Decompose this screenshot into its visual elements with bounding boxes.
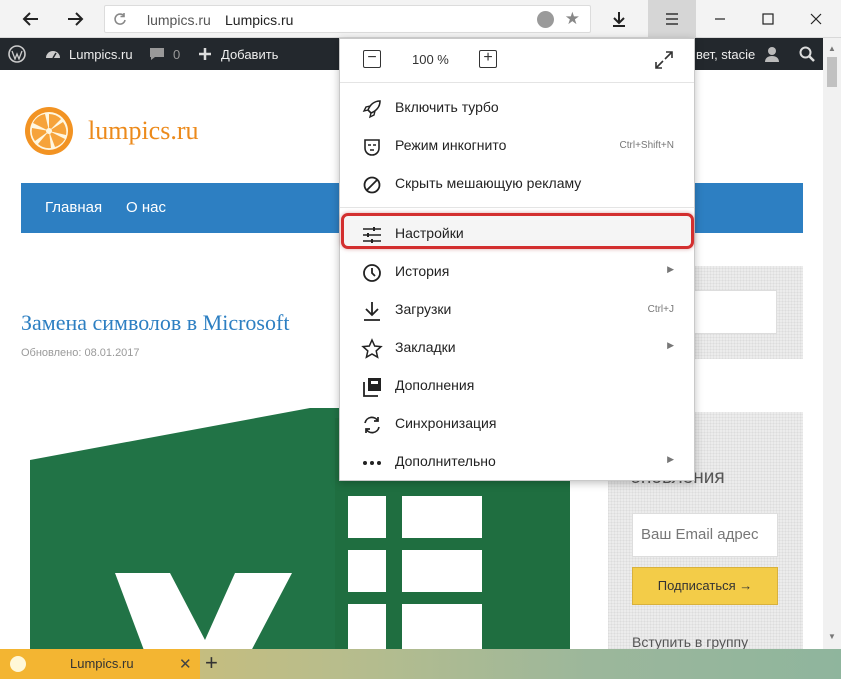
wp-site-link[interactable]: Lumpics.ru: [44, 38, 133, 70]
wp-account-link[interactable]: вет, stacie: [696, 38, 781, 70]
plus-icon: [199, 48, 211, 60]
minimize-button[interactable]: [700, 4, 740, 34]
dashboard-gauge-icon: [46, 51, 60, 59]
post-title[interactable]: Замена символов в Microsoft: [21, 310, 289, 336]
zoom-row: − 100 % +: [340, 39, 694, 83]
incognito-mask-icon: [364, 139, 380, 156]
settings-sliders-icon: [363, 227, 381, 243]
downloads-button[interactable]: [604, 4, 634, 34]
wp-add-label: Добавить: [221, 46, 279, 62]
menu-item-incognito[interactable]: Режим инкогнито Ctrl+Shift+N: [340, 127, 694, 165]
wp-add-new-link[interactable]: Добавить: [196, 38, 278, 70]
orange-slice-logo-icon[interactable]: [24, 106, 74, 156]
wp-search-button[interactable]: [798, 38, 816, 70]
menu-item-label: Режим инкогнито: [395, 137, 507, 153]
menu-item-settings[interactable]: Настройки: [340, 215, 694, 253]
download-icon: [613, 12, 625, 27]
post-updated-date: Обновлено: 08.01.2017: [21, 347, 140, 359]
reload-icon[interactable]: [113, 12, 127, 26]
minimize-icon: [715, 18, 725, 20]
menu-item-label: Загрузки: [395, 301, 452, 317]
wordpress-icon: [8, 45, 26, 63]
menu-item-shortcut: Ctrl+J: [647, 304, 674, 315]
back-button[interactable]: [14, 4, 48, 34]
menu-item-extensions[interactable]: Дополнения: [340, 367, 694, 405]
extensions-icon: [363, 378, 381, 397]
nav-item-about[interactable]: О нас: [126, 199, 166, 216]
protect-globe-icon[interactable]: [537, 11, 554, 28]
menu-button[interactable]: [648, 0, 696, 38]
submenu-arrow-icon: ▶: [667, 454, 674, 464]
address-bar[interactable]: lumpics.ru Lumpics.ru ★: [104, 5, 591, 33]
nav-item-home[interactable]: Главная: [45, 199, 102, 216]
wp-comments-link[interactable]: 0: [148, 38, 180, 70]
menu-item-bookmarks[interactable]: Закладки ▶: [340, 329, 694, 367]
bookmark-star-icon[interactable]: ★: [565, 10, 580, 28]
site-logo-text[interactable]: lumpics.ru: [88, 116, 199, 146]
rocket-icon: [362, 100, 381, 119]
tab-lumpics[interactable]: Lumpics.ru ✕: [0, 649, 200, 679]
tab-bar: Lumpics.ru ✕ +: [0, 649, 841, 679]
close-icon: [810, 13, 822, 25]
menu-item-shortcut: Ctrl+Shift+N: [619, 140, 674, 151]
comment-bubble-icon: [150, 48, 164, 60]
scroll-up-arrow-icon[interactable]: ▲: [828, 44, 836, 53]
menu-item-label: Включить турбо: [395, 99, 499, 115]
zoom-in-button[interactable]: +: [479, 50, 497, 68]
menu-item-label: Скрыть мешающую рекламу: [395, 175, 582, 191]
menu-item-label: Настройки: [395, 225, 464, 241]
address-host: lumpics.ru: [147, 12, 211, 28]
wp-comments-count: 0: [173, 46, 181, 62]
new-tab-button[interactable]: +: [205, 652, 218, 674]
arrow-right-icon: [68, 12, 84, 26]
menu-item-label: Синхронизация: [395, 415, 497, 431]
maximize-icon: [762, 13, 774, 25]
menu-item-more[interactable]: Дополнительно ▶: [340, 443, 694, 481]
tab-favicon-icon: [10, 656, 26, 672]
submenu-arrow-icon: ▶: [667, 264, 674, 274]
clock-icon: [363, 264, 381, 282]
menu-item-label: Дополнительно: [395, 453, 496, 469]
address-page-title: Lumpics.ru: [225, 12, 294, 28]
arrow-left-icon: [22, 12, 38, 26]
zoom-level: 100 %: [412, 52, 449, 67]
menu-item-downloads[interactable]: Загрузки Ctrl+J: [340, 291, 694, 329]
menu-item-history[interactable]: История ▶: [340, 253, 694, 291]
scrollbar-thumb[interactable]: [827, 57, 837, 87]
wp-greeting: вет, stacie: [696, 46, 756, 62]
menu-item-label: История: [395, 263, 450, 279]
menu-item-turbo[interactable]: Включить турбо: [340, 89, 694, 127]
email-field[interactable]: Ваш Email адрес: [632, 513, 778, 557]
search-icon: [799, 46, 815, 62]
menu-item-label: Дополнения: [395, 377, 475, 393]
fullscreen-icon[interactable]: [654, 50, 674, 70]
forward-button[interactable]: [58, 4, 92, 34]
browser-toolbar: lumpics.ru Lumpics.ru ★: [0, 0, 841, 38]
menu-item-sync[interactable]: Синхронизация: [340, 405, 694, 443]
submenu-arrow-icon: ▶: [667, 340, 674, 350]
browser-main-menu: − 100 % + Включить турбо Режим инкогнито…: [339, 38, 695, 481]
more-dots-icon: [363, 461, 381, 465]
hamburger-icon: [666, 13, 678, 25]
tab-close-icon[interactable]: ✕: [179, 655, 192, 673]
vk-group-link[interactable]: Вступить в группу: [632, 634, 748, 649]
menu-item-label: Закладки: [395, 339, 456, 355]
maximize-button[interactable]: [748, 4, 788, 34]
block-icon: [363, 176, 381, 194]
wp-site-name: Lumpics.ru: [69, 46, 133, 62]
star-icon: [361, 338, 383, 359]
menu-item-hide-ads[interactable]: Скрыть мешающую рекламу: [340, 165, 694, 203]
download-icon: [364, 302, 380, 321]
sync-icon: [364, 416, 380, 434]
wp-logo-button[interactable]: [8, 38, 26, 70]
tab-title: Lumpics.ru: [70, 656, 134, 671]
subscribe-button[interactable]: Подписаться →: [632, 567, 778, 605]
close-window-button[interactable]: [796, 4, 836, 34]
scroll-down-arrow-icon[interactable]: ▼: [828, 632, 836, 641]
menu-separator: [340, 207, 694, 208]
user-avatar-icon: [765, 47, 780, 62]
zoom-out-button[interactable]: −: [363, 50, 381, 68]
vertical-scrollbar[interactable]: ▲ ▼: [823, 38, 841, 649]
